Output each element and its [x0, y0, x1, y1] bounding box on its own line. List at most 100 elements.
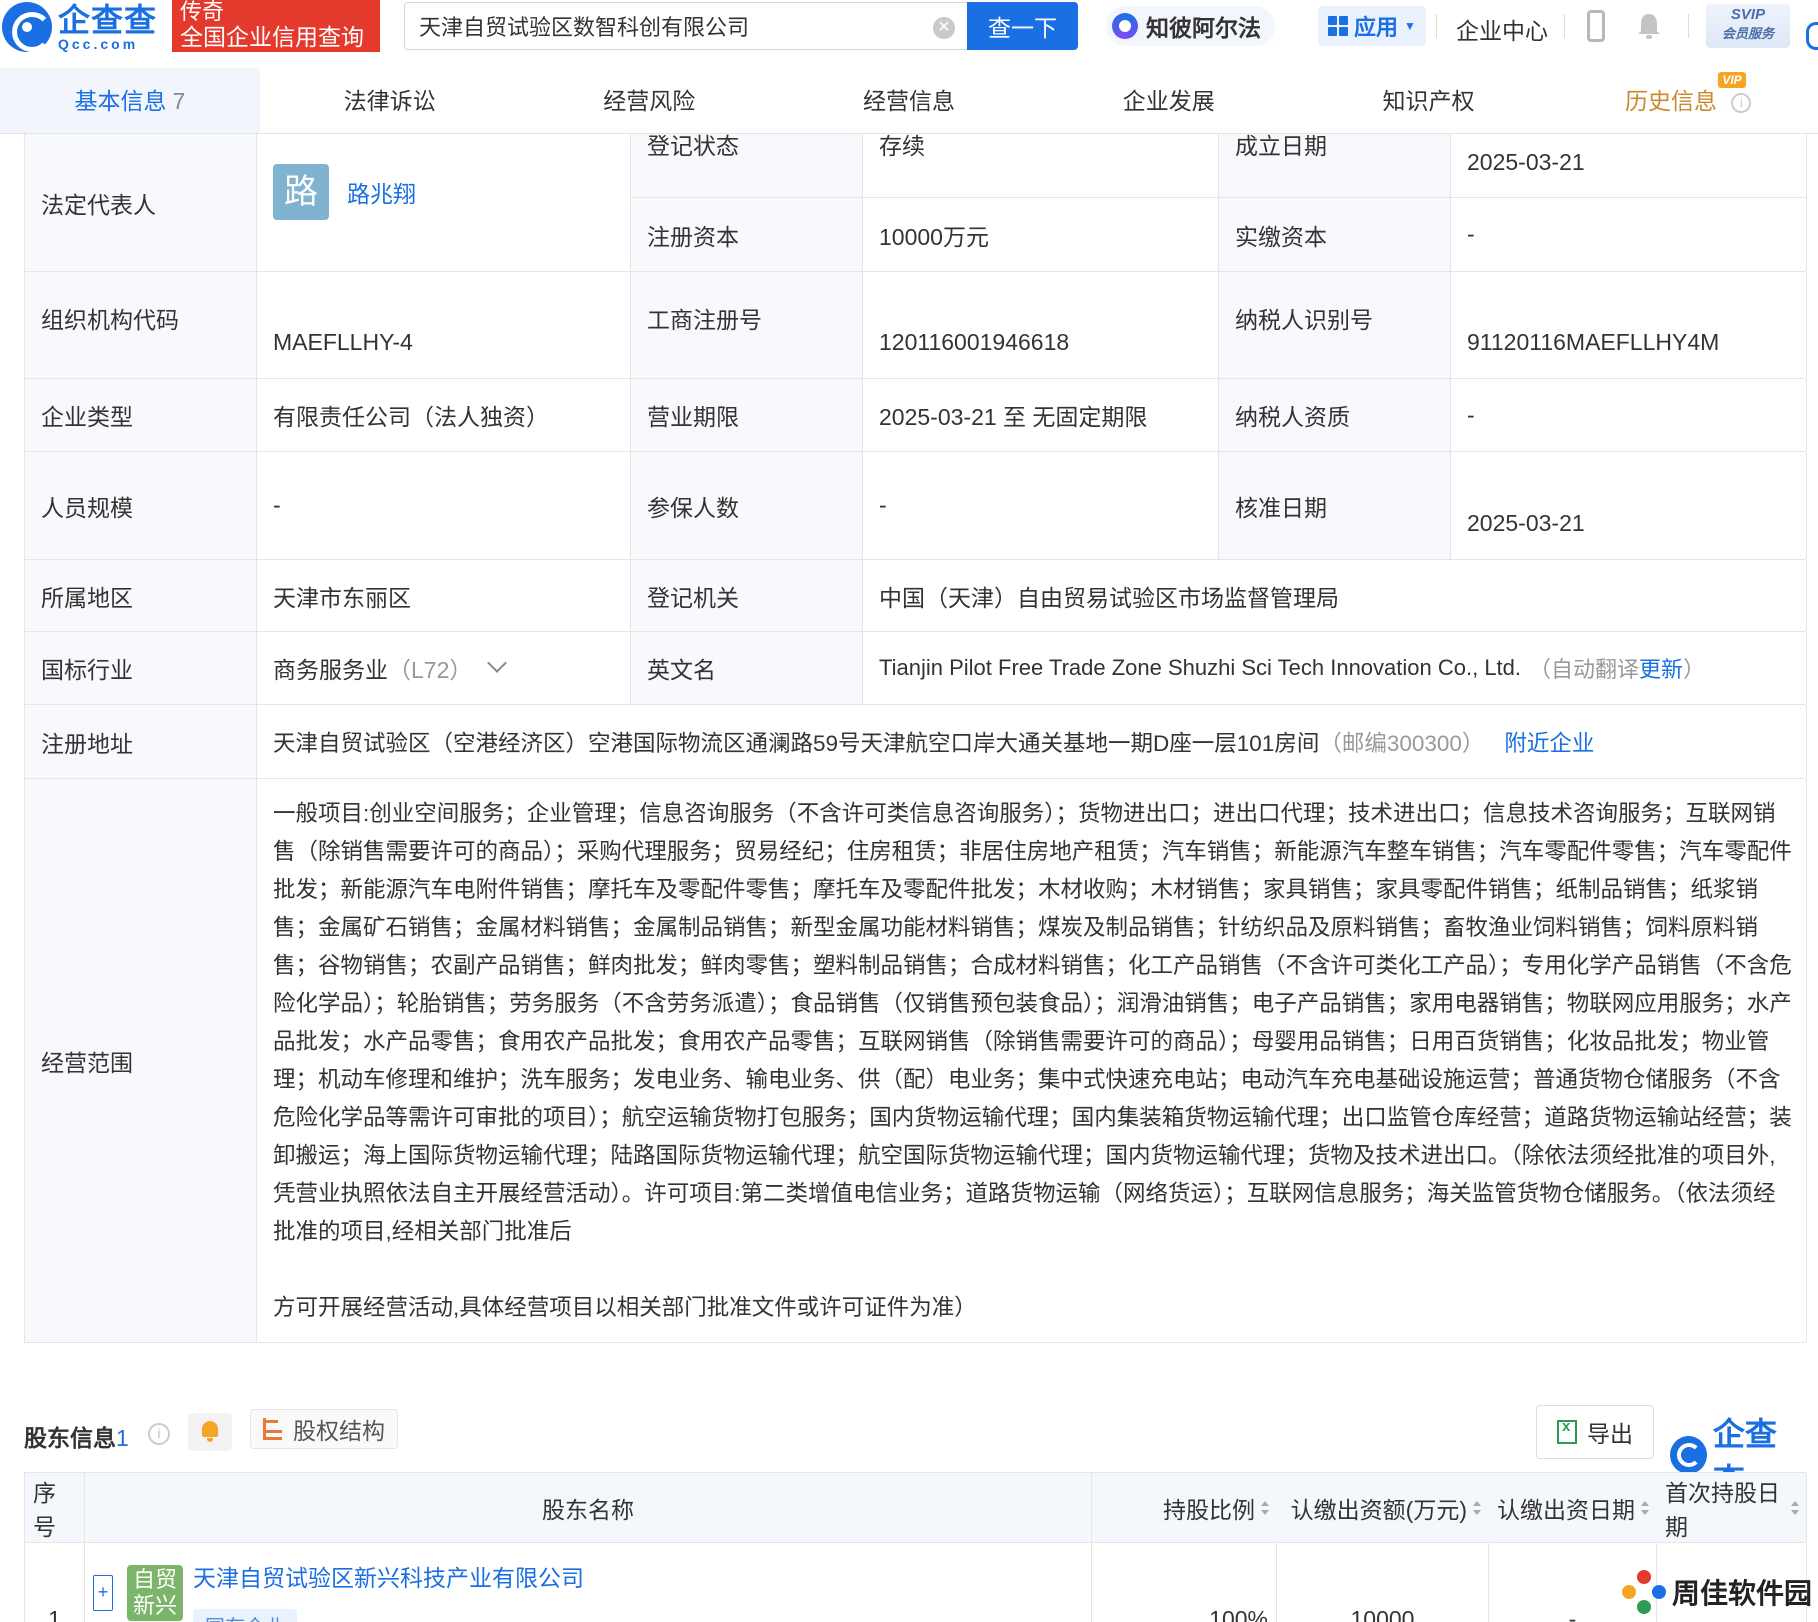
english-name-cell: Tianjin Pilot Free Trade Zone Shuzhi Sci…: [863, 632, 1807, 704]
shareholders-title: 股东信息1: [24, 1425, 129, 1451]
shareholders-table: 序号 股东名称 持股比例 认缴出资额(万元) 认缴出资日期 首次持股日期 1 +…: [24, 1472, 1807, 1622]
org-code-value: MAEFLLHY-4: [257, 272, 631, 378]
industry-label: 国标行业: [25, 632, 257, 704]
chevron-down-icon[interactable]: [487, 653, 508, 673]
qcc-logo-icon: [2, 2, 52, 52]
col-date[interactable]: 认缴出资日期: [1489, 1473, 1657, 1542]
taxpayer-id-label: 纳税人识别号: [1219, 272, 1451, 378]
insured-value: -: [863, 452, 1219, 559]
equity-structure-label: 股权结构: [293, 1418, 385, 1444]
zhibi-alpha-label: 知彼阿尔法: [1146, 15, 1261, 41]
table-row: 注册地址 天津自贸试验区（空港经济区）空港国际物流区通澜路59号天津航空口岸大通…: [24, 705, 1807, 779]
shareholders-header: 股东信息1 i 股权结构 导出 企查查: [24, 1405, 1806, 1498]
svip-subtitle: 会员服务: [1721, 26, 1774, 41]
tab-intellectual-property[interactable]: 知识产权: [1299, 68, 1559, 133]
reg-status-label: 登记状态: [631, 134, 863, 197]
zhibi-alpha-button[interactable]: 知彼阿尔法: [1106, 6, 1275, 46]
zhibi-alpha-icon: [1112, 13, 1138, 39]
amount-value: 10000: [1277, 1543, 1489, 1622]
section-tabs: 基本信息 7 法律诉讼 经营风险 经营信息 企业发展 知识产权 历史信息 VIP …: [0, 68, 1818, 134]
svip-label: SVIP: [1730, 6, 1766, 23]
region-value: 天津市东丽区: [257, 560, 631, 631]
sort-icon[interactable]: [1261, 1500, 1269, 1515]
region-label: 所属地区: [25, 560, 257, 631]
mobile-app-icon[interactable]: [1587, 10, 1605, 42]
export-button[interactable]: 导出: [1536, 1405, 1654, 1459]
company-logo[interactable]: 自贸新兴: [127, 1565, 183, 1621]
postcode: （邮编300300）: [1319, 730, 1485, 756]
approved-value: 2025-03-21: [1451, 452, 1807, 559]
side-widget-icon[interactable]: [1806, 22, 1818, 50]
address-value: 天津自贸试验区（空港经济区）空港国际物流区通澜路59号天津航空口岸大通关基地一期…: [273, 730, 1320, 756]
tab-legal-litigation[interactable]: 法律诉讼: [260, 68, 520, 133]
col-amount[interactable]: 认缴出资额(万元): [1277, 1473, 1489, 1542]
legal-rep-label: 法定代表人: [25, 134, 257, 271]
legal-rep-name-link[interactable]: 路兆翔: [347, 175, 416, 209]
taxpayer-qual-value: -: [1451, 379, 1807, 451]
col-ratio[interactable]: 持股比例: [1092, 1473, 1277, 1542]
reg-status-value: 存续: [863, 134, 1219, 197]
basic-info-table: 法定代表人 路 路兆翔 登记状态 存续 成立日期 2025-03-21 注册资本…: [24, 134, 1807, 1343]
table-row: 企业类型 有限责任公司（法人独资） 营业期限 2025-03-21 至 无固定期…: [24, 379, 1807, 452]
divider: [1436, 14, 1437, 38]
auto-translate-note: （自动翻译: [1529, 657, 1640, 682]
staff-size-value: -: [257, 452, 631, 559]
table-header-row: 序号 股东名称 持股比例 认缴出资额(万元) 认缴出资日期 首次持股日期: [25, 1473, 1807, 1543]
scope-label: 经营范围: [25, 779, 257, 1342]
watermark: 周佳软件园: [1622, 1570, 1812, 1614]
info-icon[interactable]: i: [1731, 92, 1752, 113]
qcc-logo[interactable]: 企查查 Qcc.com: [2, 2, 170, 52]
table-row: 1 + 自贸新兴 天津自贸试验区新兴科技产业有限公司 国有企业 100% 100…: [25, 1543, 1807, 1622]
avatar[interactable]: 路: [273, 163, 329, 220]
shareholder-cell: + 自贸新兴 天津自贸试验区新兴科技产业有限公司 国有企业: [85, 1543, 1092, 1622]
search-input[interactable]: [419, 13, 909, 39]
paid-capital-label: 实缴资本: [1219, 198, 1451, 271]
shareholder-name-link[interactable]: 天津自贸试验区新兴科技产业有限公司: [193, 1559, 584, 1593]
sort-icon[interactable]: [1791, 1500, 1799, 1515]
industry-cell[interactable]: 商务服务业 （L72）: [257, 632, 631, 704]
biz-reg-no-value: 120116001946618: [863, 272, 1219, 378]
divider: [1564, 14, 1565, 38]
tab-business-risk[interactable]: 经营风险: [519, 68, 779, 133]
industry-code: （L72）: [388, 657, 473, 683]
sort-icon[interactable]: [1473, 1500, 1481, 1515]
staff-size-label: 人员规模: [25, 452, 257, 559]
table-row: 组织机构代码 MAEFLLHY-4 工商注册号 120116001946618 …: [24, 272, 1807, 379]
clear-icon[interactable]: ✕: [933, 17, 955, 39]
tab-basic-info[interactable]: 基本信息 7: [0, 68, 260, 133]
sort-icon[interactable]: [1641, 1500, 1649, 1515]
search-button[interactable]: 查一下: [967, 2, 1078, 50]
founded-value: 2025-03-21: [1451, 134, 1807, 197]
table-row: 法定代表人 路 路兆翔 登记状态 存续 成立日期 2025-03-21 注册资本…: [24, 134, 1807, 272]
row-index: 1: [25, 1543, 85, 1622]
logo-domain: Qcc.com: [58, 36, 139, 52]
paid-capital-value: -: [1451, 198, 1807, 271]
approved-label: 核准日期: [1219, 452, 1451, 559]
legend-promo-banner[interactable]: 传奇 全国企业信用查询: [172, 0, 380, 52]
update-link[interactable]: 更新: [1639, 652, 1683, 684]
apps-menu-button[interactable]: 应用 ▼: [1318, 6, 1426, 46]
notification-bell-icon[interactable]: [1636, 12, 1662, 40]
nearby-companies-link[interactable]: 附近企业: [1504, 726, 1594, 758]
tab-count: 7: [172, 88, 186, 114]
tab-business-info[interactable]: 经营信息: [779, 68, 1039, 133]
taxpayer-qual-label: 纳税人资质: [1219, 379, 1451, 451]
top-header: 企查查 Qcc.com 传奇 全国企业信用查询 ✕ 查一下 知彼阿尔法 应用 ▼…: [0, 0, 1818, 56]
status-subrow: 登记状态 存续 成立日期 2025-03-21: [631, 134, 1807, 198]
term-label: 营业期限: [631, 379, 863, 451]
info-icon[interactable]: i: [148, 1423, 170, 1445]
tab-enterprise-development[interactable]: 企业发展: [1039, 68, 1299, 133]
tab-history-info[interactable]: 历史信息 VIP i: [1558, 68, 1818, 133]
scope-tail-text: 方可开展经营活动,具体经营项目以相关部门批准文件或许可证件为准）: [273, 1295, 977, 1320]
expand-button[interactable]: +: [93, 1575, 113, 1611]
col-first-hold-date[interactable]: 首次持股日期: [1657, 1473, 1807, 1542]
export-label: 导出: [1587, 1421, 1633, 1447]
svip-member-button[interactable]: SVIP 会员服务: [1706, 4, 1790, 48]
equity-structure-button[interactable]: 股权结构: [250, 1409, 398, 1449]
legal-rep-cell: 路 路兆翔: [257, 134, 631, 271]
reg-capital-value: 10000万元: [863, 198, 1219, 271]
english-name-label: 英文名: [631, 632, 863, 704]
monitor-bell-icon[interactable]: [188, 1413, 232, 1451]
enterprise-center-link[interactable]: 企业中心: [1456, 12, 1548, 46]
col-index: 序号: [25, 1473, 85, 1542]
